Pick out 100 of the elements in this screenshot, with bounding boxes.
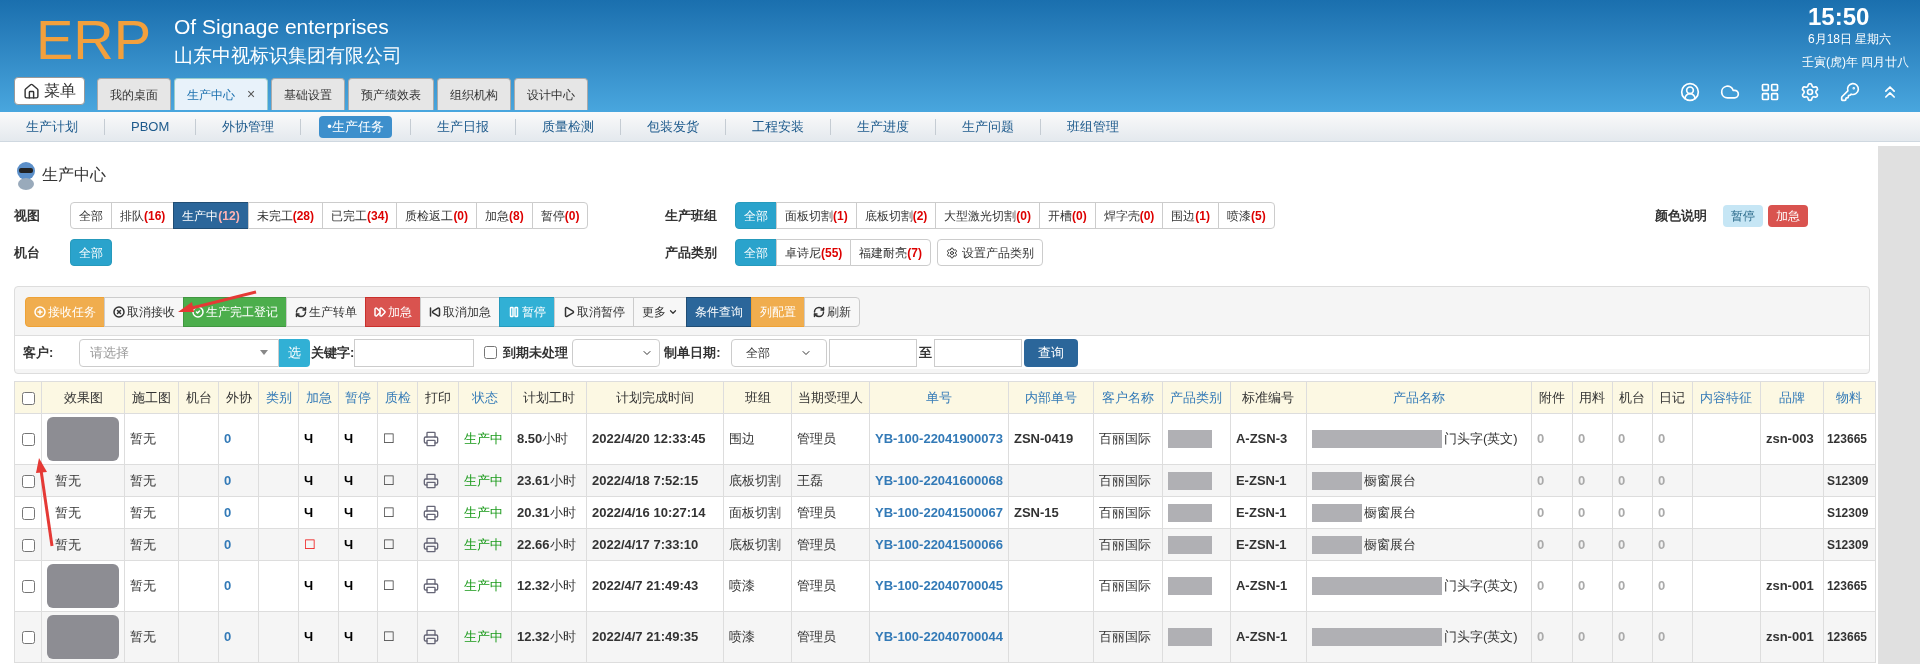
print-icon[interactable]	[423, 472, 439, 489]
toolbar-button[interactable]: 取消暂停	[554, 297, 634, 327]
row-checkbox[interactable]	[21, 631, 35, 645]
filter-button[interactable]: 全部	[70, 202, 112, 229]
toolbar-button[interactable]: 取消接收	[104, 297, 184, 327]
nav-tab[interactable]: 设计中心	[514, 78, 589, 110]
filter-button[interactable]: 质检返工(0)	[396, 202, 478, 229]
grid-icon[interactable]	[1760, 82, 1780, 102]
toolbar-button[interactable]: 取消加急	[420, 297, 500, 327]
sub-nav-item[interactable]: 质量检测	[533, 115, 602, 138]
table-cell: 0	[1617, 536, 1626, 552]
nav-tab[interactable]: 基础设置	[271, 78, 346, 110]
column-header[interactable]: 暂停	[338, 381, 378, 414]
column-header[interactable]: 加急	[298, 381, 339, 414]
key-icon[interactable]	[1840, 82, 1860, 102]
sub-nav-item[interactable]: 生产进度	[848, 115, 917, 138]
toolbar-button[interactable]: 加急	[365, 297, 421, 327]
settings-category-button[interactable]: 设置产品类别	[937, 239, 1043, 266]
column-header[interactable]: 类别	[258, 381, 299, 414]
date-range-select[interactable]: 全部	[730, 338, 827, 367]
sub-nav-item[interactable]: 外协管理	[214, 115, 283, 138]
sub-nav-item[interactable]: 班组管理	[1058, 115, 1127, 138]
row-checkbox[interactable]	[21, 433, 35, 447]
toolbar-button[interactable]: 刷新	[804, 297, 860, 327]
column-header[interactable]: 产品名称	[1306, 381, 1532, 414]
print-icon[interactable]	[423, 431, 439, 447]
print-icon[interactable]	[423, 536, 439, 553]
table-cell: zsn-001	[1765, 578, 1814, 594]
row-checkbox[interactable]	[21, 506, 35, 520]
nav-tab[interactable]: 生产中心 ×	[174, 78, 269, 110]
cloud-icon[interactable]	[1720, 82, 1740, 102]
close-tab-button[interactable]: ×	[247, 84, 256, 105]
menu-button[interactable]: 菜单	[14, 77, 85, 105]
print-icon[interactable]	[423, 578, 439, 594]
overdue-label: 到期未处理	[503, 343, 569, 362]
start-date-input[interactable]	[828, 338, 917, 367]
column-header[interactable]: 内容特征	[1692, 381, 1761, 414]
sub-nav-item[interactable]: 工程安装	[743, 115, 812, 138]
column-header[interactable]: 品牌	[1760, 381, 1824, 414]
column-header[interactable]: 状态	[458, 381, 512, 414]
toolbar-button[interactable]: 更多	[633, 297, 687, 327]
table-cell: 12.32小时	[517, 578, 576, 594]
table-cell: 0	[1657, 431, 1666, 447]
nav-tab[interactable]: 预产绩效表	[348, 78, 435, 110]
filter-button[interactable]: 大型激光切割(0)	[935, 202, 1040, 229]
select-all-checkbox[interactable]	[21, 391, 35, 405]
end-date-input[interactable]	[933, 338, 1022, 367]
nav-tab[interactable]: 组织机构	[437, 78, 512, 110]
sub-nav-item[interactable]: 包装发货	[638, 115, 707, 138]
column-header[interactable]: 内部单号	[1008, 381, 1094, 414]
filter-button[interactable]: 加急(8)	[476, 202, 533, 229]
filter-button[interactable]: 福建耐亮(7)	[850, 239, 931, 266]
filter-button[interactable]: 喷漆(5)	[1218, 202, 1275, 229]
outsource-count: 0	[224, 578, 232, 594]
filter-button[interactable]: 卓诗尼(55)	[776, 239, 852, 266]
sub-nav-item[interactable]: PBOM	[123, 115, 178, 138]
qc-mark-text: ☐	[383, 629, 395, 645]
column-header[interactable]: 客户名称	[1093, 381, 1163, 414]
table-cell: 暂无	[130, 629, 156, 645]
query-button[interactable]: 查询	[1023, 338, 1078, 367]
row-checkbox[interactable]	[21, 474, 35, 488]
column-header[interactable]: 产品类别	[1162, 381, 1231, 414]
column-header[interactable]: 单号	[869, 381, 1009, 414]
filter-button[interactable]: 未完工(28)	[247, 202, 324, 229]
keyword-input[interactable]	[354, 338, 475, 367]
settings-icon[interactable]	[1800, 82, 1820, 102]
scrollbar[interactable]	[1878, 146, 1920, 664]
sub-nav-item[interactable]: 生产日报	[428, 115, 497, 138]
filter-button[interactable]: 围边(1)	[1162, 202, 1220, 229]
table-cell: 管理员	[797, 431, 836, 447]
column-header[interactable]: 质检	[377, 381, 418, 414]
print-icon[interactable]	[423, 629, 439, 645]
play-icon	[563, 306, 575, 318]
toolbar-button[interactable]: 条件查询	[686, 297, 752, 327]
filter-button[interactable]: 排队(16)	[111, 202, 175, 229]
sub-nav-item[interactable]: 生产问题	[953, 115, 1022, 138]
pause-mark-text: Ч	[344, 629, 354, 645]
sub-nav-item[interactable]: 生产计划	[18, 115, 86, 138]
print-icon[interactable]	[423, 504, 439, 521]
filter-button[interactable]: 底板切割(2)	[855, 202, 937, 229]
column-header[interactable]: 物料	[1823, 381, 1876, 414]
table-cell: 0	[1577, 472, 1586, 488]
nav-tab[interactable]: 我的桌面	[97, 78, 171, 110]
sub-nav-item[interactable]: •生产任务	[319, 115, 392, 138]
filter-button[interactable]: 生产中(12)	[173, 202, 249, 229]
filter-button[interactable]: 开槽(0)	[1039, 202, 1096, 229]
blurred-block	[1167, 628, 1212, 646]
filter-button[interactable]: 焊字壳(0)	[1094, 202, 1164, 229]
filter-button[interactable]: 已完工(34)	[322, 202, 398, 229]
pause-mark-text: Ч	[344, 536, 354, 552]
filter-button[interactable]: 暂停(0)	[531, 202, 589, 229]
outsource-count: 0	[224, 504, 232, 520]
toolbar-button[interactable]: 生产转单	[286, 297, 366, 327]
user-icon[interactable]	[1680, 82, 1700, 102]
row-checkbox[interactable]	[21, 538, 35, 552]
table-cell-text: 门头字(英文)	[1443, 628, 1518, 647]
row-checkbox[interactable]	[21, 580, 35, 594]
keyword-label: 关键字:	[311, 343, 355, 362]
overdue-checkbox[interactable]	[484, 346, 498, 359]
filter-button[interactable]: 面板切割(1)	[776, 202, 857, 229]
